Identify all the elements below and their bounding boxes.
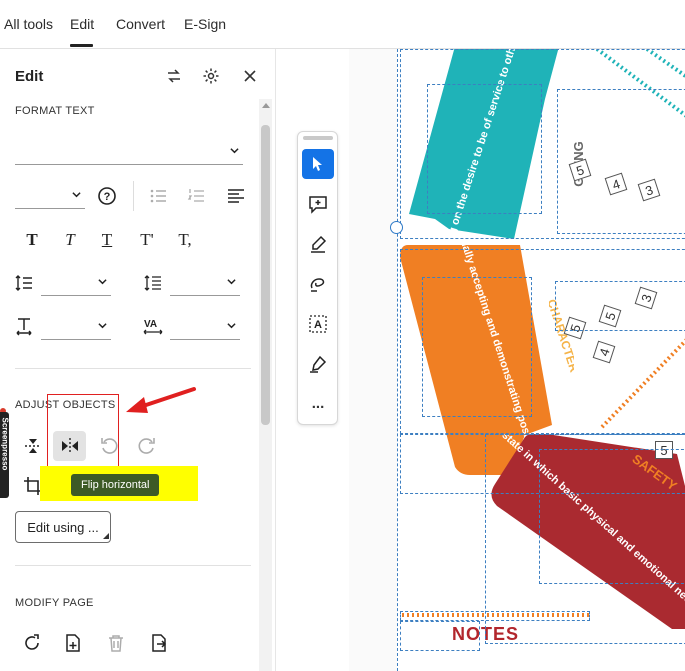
edit-panel: Edit FORMAT TEXT ? T T T T' T, VA ADJUST…: [0, 49, 276, 671]
bold-text-icon[interactable]: T: [19, 227, 45, 253]
active-tab-indicator: [70, 44, 93, 47]
text-select-tool-button[interactable]: A: [302, 309, 334, 339]
cursor-arrow-icon: [313, 157, 322, 171]
highlighter-icon: [311, 235, 327, 253]
delete-page-icon[interactable]: [103, 630, 129, 656]
corner-arrow-icon: [103, 533, 109, 539]
insert-page-icon[interactable]: [60, 630, 86, 656]
document-page: Acting on the desire to be of service to…: [397, 49, 685, 671]
document-canvas[interactable]: Acting on the desire to be of service to…: [349, 49, 685, 671]
rotate-right-icon[interactable]: [134, 433, 160, 459]
freehand-draw-icon: [310, 278, 325, 292]
horizontal-scale-icon: [11, 313, 37, 339]
highlight-tool-button[interactable]: [302, 229, 334, 259]
line-spacing-dropdown[interactable]: [41, 270, 111, 296]
flip-horizontal-tooltip: Flip horizontal: [71, 474, 160, 496]
chevron-down-icon: [230, 148, 239, 154]
toolbar-divider: [133, 181, 134, 211]
edit-bounding-box[interactable]: [400, 621, 480, 651]
flip-horizontal-button[interactable]: [53, 431, 86, 461]
chevron-down-icon: [227, 279, 236, 285]
section-divider: [15, 565, 251, 566]
pen-sign-icon: [310, 355, 327, 373]
paragraph-spacing-icon: [140, 270, 166, 296]
rotate-page-icon[interactable]: [19, 630, 45, 656]
svg-text:A: A: [314, 319, 322, 331]
bullet-list-icon[interactable]: [146, 183, 172, 209]
edit-bounding-box[interactable]: [539, 449, 685, 584]
chevron-down-icon: [98, 279, 107, 285]
tab-all-tools[interactable]: All tools: [4, 16, 53, 32]
modify-page-heading: MODIFY PAGE: [15, 597, 94, 609]
format-text-heading: FORMAT TEXT: [15, 105, 95, 117]
edit-bounding-box[interactable]: [422, 277, 532, 417]
edit-using-button[interactable]: Edit using ...: [15, 511, 111, 543]
underline-text-icon[interactable]: T: [94, 227, 120, 253]
chevron-down-icon: [227, 323, 236, 329]
add-comment-button[interactable]: [302, 189, 334, 219]
line-spacing-icon: [11, 270, 37, 296]
close-icon[interactable]: [240, 66, 260, 86]
tab-e-sign[interactable]: E-Sign: [184, 16, 226, 32]
align-left-icon[interactable]: [223, 183, 249, 209]
annotation-arrow-icon: [126, 387, 196, 413]
sign-tool-button[interactable]: [302, 349, 334, 379]
scroll-up-arrow-icon[interactable]: [262, 103, 270, 108]
edit-bounding-box[interactable]: [427, 84, 542, 214]
tab-convert[interactable]: Convert: [116, 16, 165, 32]
edit-bounding-box: [397, 49, 398, 671]
toolbar-grip[interactable]: [303, 136, 333, 140]
svg-text:VA: VA: [144, 319, 157, 330]
font-family-dropdown[interactable]: [15, 139, 243, 165]
horizontal-scale-dropdown[interactable]: [41, 314, 111, 340]
panel-title: Edit: [15, 68, 44, 85]
swap-panel-icon[interactable]: [164, 66, 184, 86]
top-tab-bar: All tools Edit Convert E-Sign: [0, 0, 685, 49]
edit-bounding-box[interactable]: [400, 611, 590, 621]
extract-page-icon[interactable]: [146, 630, 172, 656]
chevron-down-icon: [98, 323, 107, 329]
draw-tool-button[interactable]: [302, 269, 334, 299]
italic-text-icon[interactable]: T: [57, 227, 83, 253]
edit-bounding-box[interactable]: [555, 281, 685, 331]
settings-gear-icon[interactable]: [201, 66, 221, 86]
edit-bounding-box[interactable]: [557, 89, 685, 234]
subscript-text-icon[interactable]: T,: [172, 227, 198, 253]
flip-horizontal-icon: [61, 438, 78, 454]
vertical-toolbar: A ...: [297, 131, 338, 425]
font-size-dropdown[interactable]: [15, 183, 85, 209]
superscript-text-icon[interactable]: T': [134, 227, 160, 253]
panel-scrollbar-thumb[interactable]: [261, 125, 270, 425]
svg-text:?: ?: [104, 191, 111, 203]
help-icon[interactable]: ?: [94, 183, 120, 209]
screenpresso-side-tab[interactable]: Screenpresso: [0, 412, 9, 498]
numbered-list-icon[interactable]: [184, 183, 210, 209]
flip-vertical-icon[interactable]: [20, 433, 46, 459]
paragraph-spacing-dropdown[interactable]: [170, 270, 240, 296]
text-box-icon: A: [309, 315, 327, 333]
character-spacing-dropdown[interactable]: [170, 314, 240, 340]
tab-edit[interactable]: Edit: [70, 16, 94, 32]
more-tools-button[interactable]: ...: [302, 388, 334, 418]
character-spacing-icon: VA: [140, 313, 166, 339]
chevron-down-icon: [72, 192, 81, 198]
select-tool-button[interactable]: [302, 149, 334, 179]
comment-add-icon: [309, 196, 327, 214]
selection-handle[interactable]: [390, 221, 403, 234]
section-divider: [15, 368, 251, 369]
